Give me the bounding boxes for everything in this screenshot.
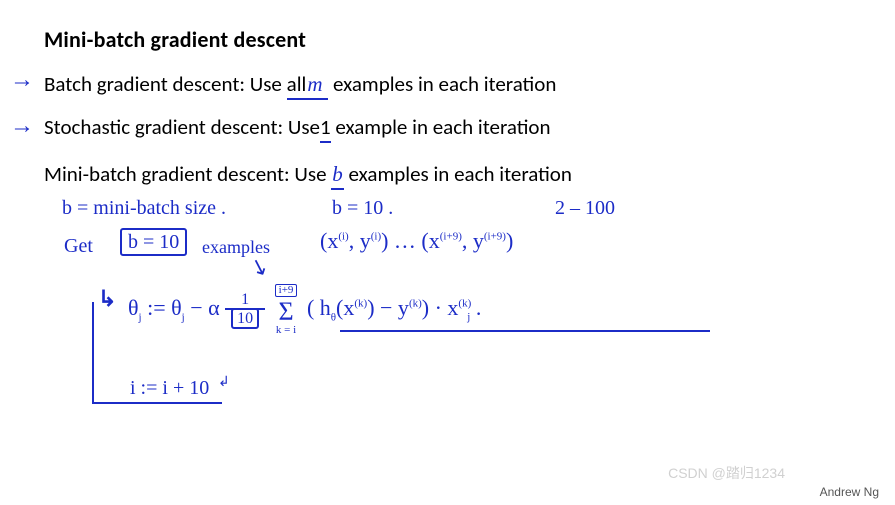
t: . — [470, 295, 481, 320]
t: , y — [349, 228, 371, 253]
t: (x — [336, 295, 354, 320]
text: Stochastic gradient descent: Use — [44, 114, 320, 140]
text: Batch gradient descent: Use — [44, 71, 287, 97]
sigma-icon: Σ — [275, 299, 298, 325]
hw-b-box: b = 10 — [120, 232, 187, 252]
t: , y — [462, 228, 484, 253]
author-credit: Andrew Ng — [820, 485, 879, 499]
t: ) − y — [367, 295, 409, 320]
t: θ — [128, 295, 139, 320]
hw-update-rule: θj := θj − α 110 i+9 Σ k = i ( hθ(x(k)) … — [128, 284, 481, 336]
hw-example-tuples: (x(i), y(i)) … (x(i+9), y(i+9)) — [320, 230, 513, 252]
hw-b-def: b = mini-batch size . — [62, 198, 226, 218]
watermark: CSDN @踏归1234 — [668, 463, 785, 483]
underline: b — [331, 161, 344, 190]
t: (i+9) — [440, 231, 462, 243]
t: ( h — [307, 295, 331, 320]
loop-arrowhead-icon: ↲ — [218, 376, 230, 390]
arrow-icon: ↘ — [247, 254, 271, 281]
t: − α — [185, 295, 225, 320]
text: example in each iteration — [331, 114, 551, 140]
t: k = i — [275, 325, 298, 336]
slide-title: Mini-batch gradient descent — [44, 26, 855, 53]
den: 10 — [225, 308, 265, 328]
arrow-icon: → — [10, 67, 34, 94]
t: (i) — [371, 231, 381, 243]
t: 1 — [225, 292, 265, 308]
bullet-batch: Batch gradient descent: Use allm example… — [44, 71, 855, 100]
text: examples in each iteration — [328, 71, 556, 97]
t: 10 — [231, 308, 259, 329]
bullet-sgd: Stochastic gradient descent: Use 1 examp… — [44, 114, 855, 143]
t: ) … (x — [381, 228, 440, 253]
t: (k) — [409, 298, 422, 310]
arrow-icon: → — [10, 113, 34, 140]
t: (i+9) — [484, 231, 506, 243]
hw-get: Get — [64, 236, 93, 256]
loop-connector — [92, 302, 124, 404]
text: all — [287, 71, 307, 97]
fraction: 110 — [225, 292, 265, 328]
hw-b-val: b = 10 . — [332, 198, 393, 218]
slide-root: Mini-batch gradient descent → Batch grad… — [0, 0, 895, 505]
hw-b-range: 2 – 100 — [555, 198, 615, 218]
t: := θ — [142, 295, 182, 320]
text: examples in each iteration — [344, 161, 572, 187]
t: (i) — [338, 231, 348, 243]
underline-rule — [340, 330, 710, 332]
hw-i-update: i := i + 10 — [130, 378, 209, 398]
var-m: m — [306, 72, 323, 96]
t: i+9 — [275, 284, 298, 297]
t: ) — [506, 228, 513, 253]
t: (k) — [354, 298, 367, 310]
box: b = 10 — [120, 228, 187, 256]
sigma: i+9 Σ k = i — [275, 284, 298, 336]
loop-connector-h — [92, 402, 222, 404]
text: Mini-batch gradient descent: Use — [44, 161, 331, 187]
underline: allm — [287, 71, 329, 100]
bullet-mini: Mini-batch gradient descent: Use b examp… — [44, 161, 855, 190]
t: ) · x — [422, 295, 459, 320]
var-b: b — [331, 162, 344, 186]
t: (x — [320, 228, 338, 253]
underline: 1 — [320, 114, 331, 143]
